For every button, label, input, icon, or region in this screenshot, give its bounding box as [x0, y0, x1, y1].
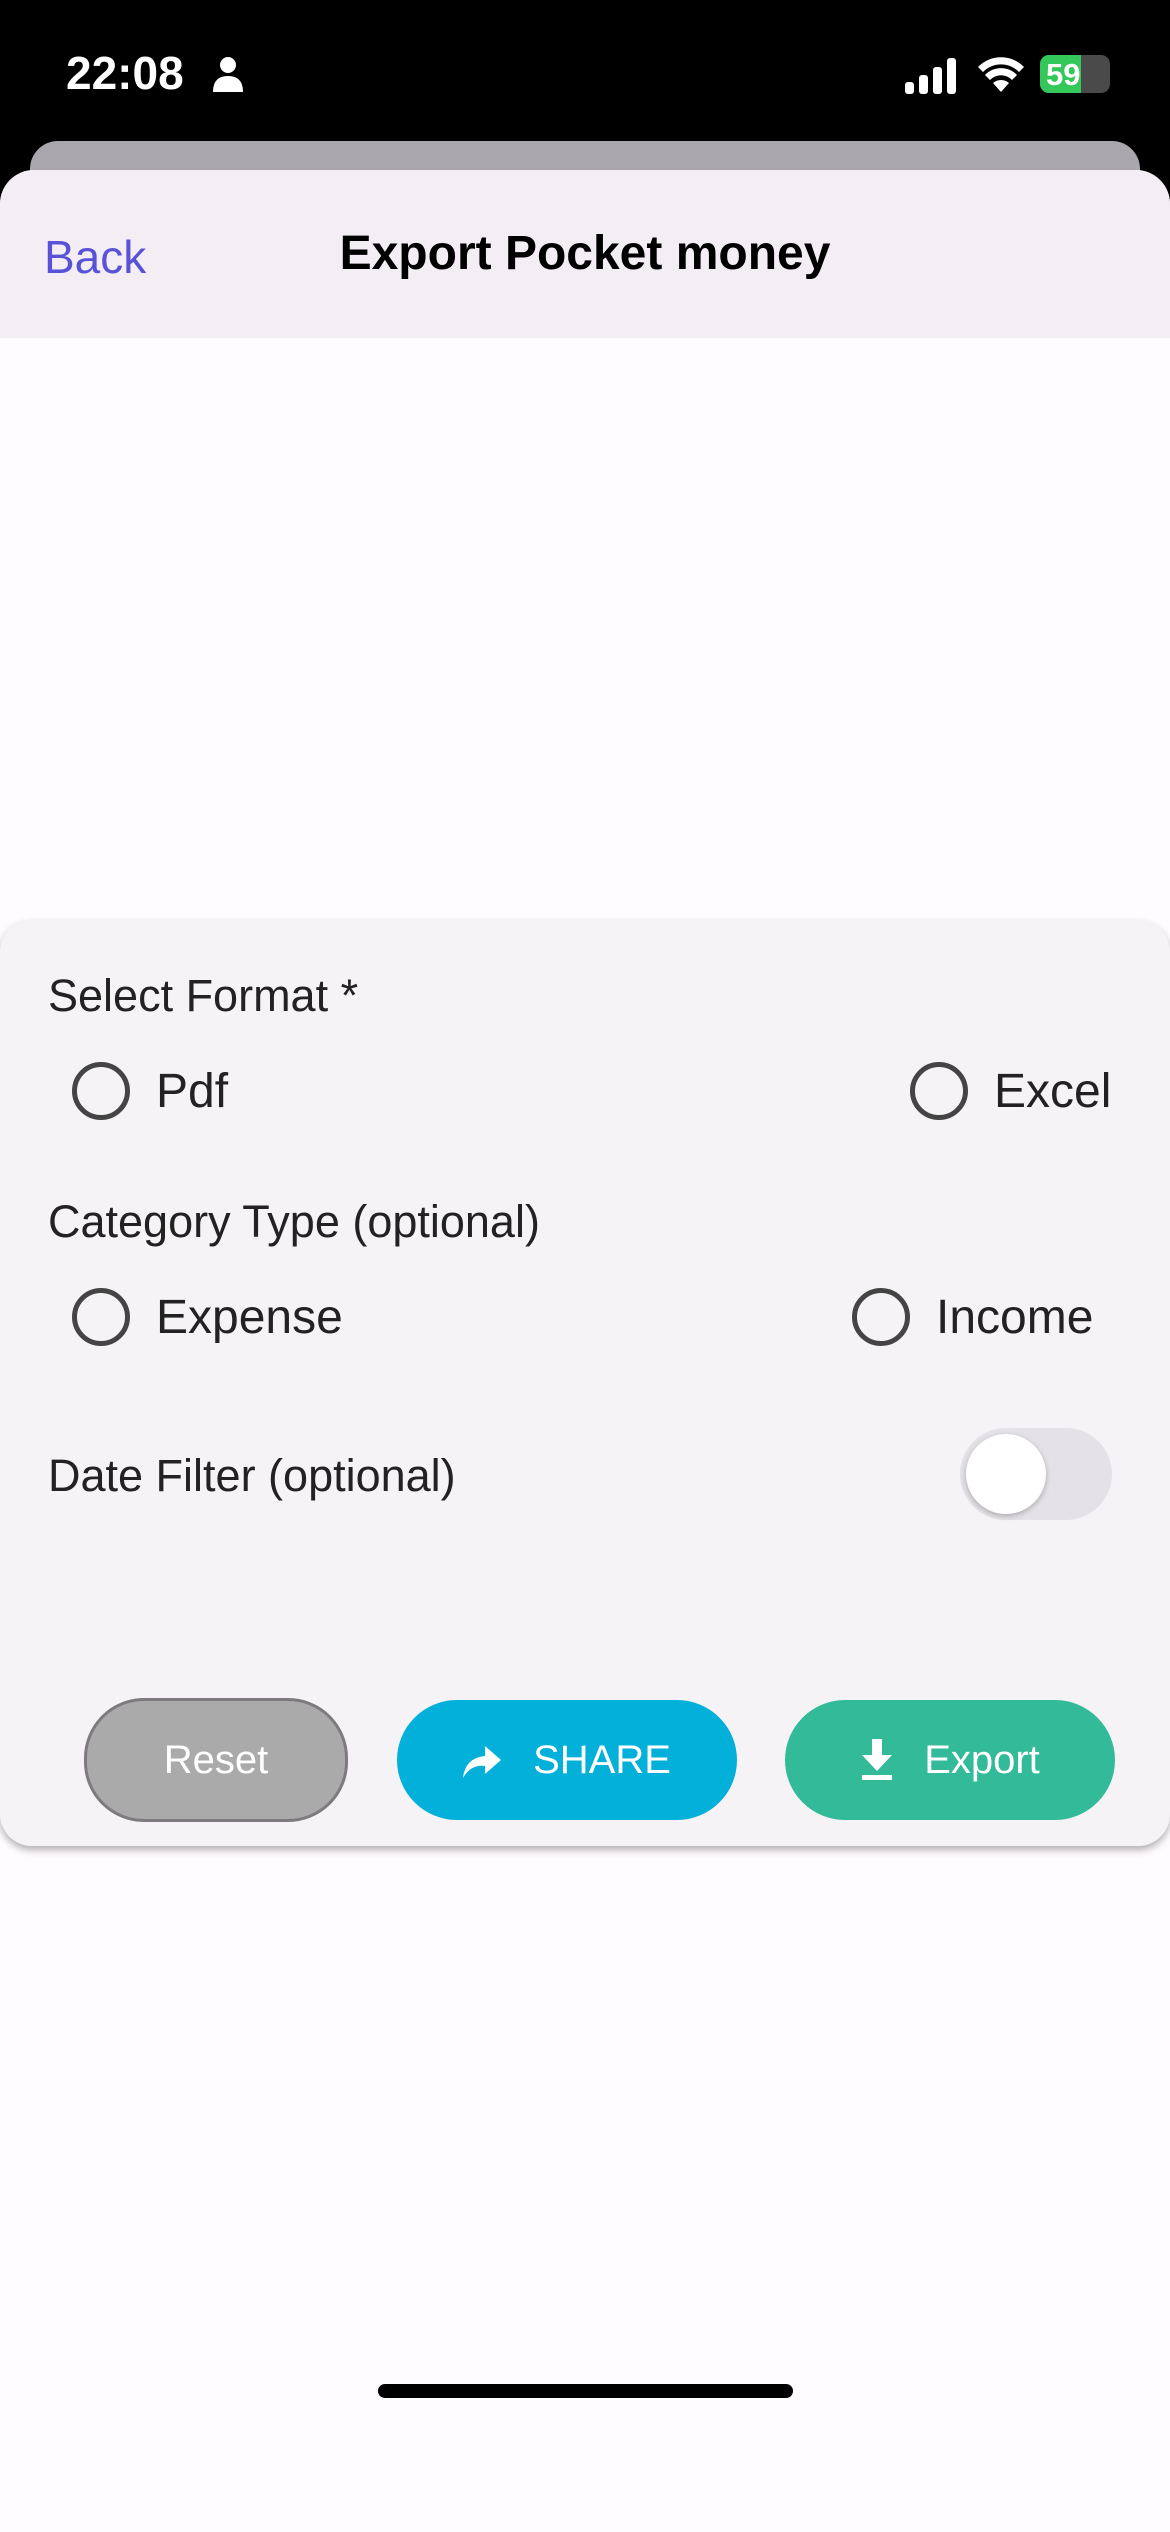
signal-icon — [905, 58, 956, 94]
download-icon — [862, 1739, 893, 1780]
export-label: Export — [924, 1737, 1040, 1782]
radio-label: Income — [936, 1290, 1094, 1344]
format-label: Select Format * — [48, 970, 359, 1021]
radio-circle-icon — [910, 1062, 968, 1120]
back-button[interactable]: Back — [44, 230, 146, 284]
battery-indicator: 59 — [1040, 55, 1110, 93]
wifi-icon — [978, 57, 1024, 92]
radio-circle-icon — [72, 1288, 130, 1346]
share-arrow-icon — [463, 1746, 502, 1778]
category-label: Category Type (optional) — [48, 1196, 540, 1247]
radio-pdf[interactable]: Pdf — [72, 1062, 228, 1120]
share-button[interactable]: SHARE — [397, 1700, 737, 1820]
home-indicator — [378, 2384, 793, 2398]
nav-header: Export Pocket money Back — [0, 170, 1170, 338]
radio-label: Pdf — [156, 1064, 229, 1118]
radio-label: Expense — [156, 1290, 343, 1344]
person-icon — [213, 57, 243, 92]
status-time: 22:08 — [66, 47, 184, 99]
radio-circle-icon — [72, 1062, 130, 1120]
radio-label: Excel — [994, 1064, 1112, 1118]
radio-circle-icon — [852, 1288, 910, 1346]
toggle-knob — [966, 1434, 1046, 1514]
reset-button[interactable]: Reset — [84, 1698, 348, 1822]
reset-label: Reset — [163, 1737, 269, 1782]
radio-income[interactable]: Income — [852, 1288, 1093, 1346]
export-form-card: Select Format * Pdf Excel Category Type … — [0, 920, 1170, 1846]
battery-level: 59 — [1046, 57, 1081, 92]
date-filter-label: Date Filter (optional) — [48, 1450, 456, 1501]
export-button[interactable]: Export — [785, 1700, 1115, 1820]
date-filter-toggle[interactable] — [960, 1428, 1112, 1520]
radio-excel[interactable]: Excel — [910, 1062, 1111, 1120]
export-sheet: Export Pocket money Back Select Format *… — [0, 170, 1170, 2532]
page-title: Export Pocket money — [339, 227, 831, 280]
share-label: SHARE — [533, 1737, 671, 1782]
radio-expense[interactable]: Expense — [72, 1288, 343, 1346]
